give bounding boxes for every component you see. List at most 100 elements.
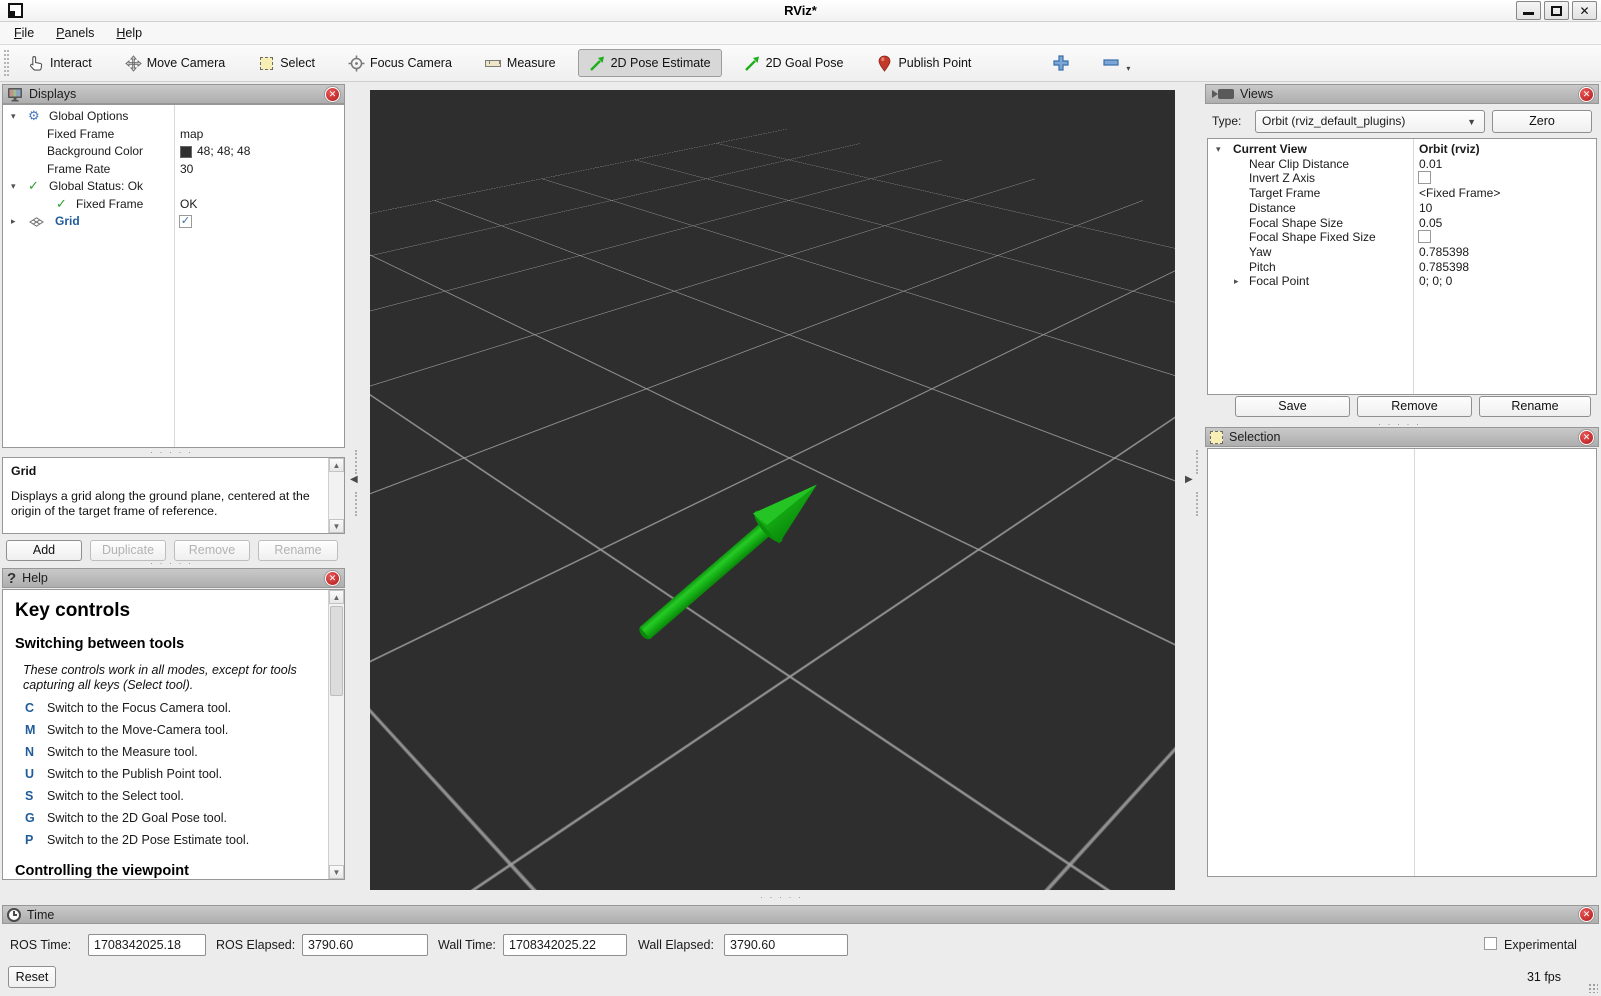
row-value[interactable]: 0.785398 <box>1419 260 1469 274</box>
description-scrollbar[interactable]: ▲ ▼ <box>328 458 344 533</box>
scroll-down-icon[interactable]: ▼ <box>329 865 344 879</box>
help-panel-header[interactable]: ? Help ✕ <box>2 568 345 588</box>
key-description: Switch to the Focus Camera tool. <box>47 701 231 715</box>
tree-row-yaw[interactable]: Yaw 0.785398 <box>1208 245 1596 260</box>
add-display-button[interactable]: Add <box>6 540 82 561</box>
tree-row-target-frame[interactable]: Target Frame <Fixed Frame> <box>1208 186 1596 201</box>
wall-elapsed-field[interactable]: 3790.60 <box>724 934 848 956</box>
row-value[interactable]: 0.05 <box>1419 216 1442 230</box>
row-value[interactable]: map <box>180 127 203 141</box>
help-key-row: SSwitch to the Select tool. <box>25 789 322 803</box>
expander-open-icon[interactable]: ▾ <box>1216 144 1221 155</box>
scroll-down-icon[interactable]: ▼ <box>329 519 344 533</box>
expander-open-icon[interactable]: ▾ <box>11 111 16 122</box>
minimize-button[interactable] <box>1516 1 1541 20</box>
color-swatch[interactable] <box>180 146 192 158</box>
menu-help[interactable]: Help <box>116 26 142 40</box>
move-camera-tool-button[interactable]: Move Camera <box>114 49 237 77</box>
save-view-button[interactable]: Save <box>1235 396 1350 417</box>
remove-tool-button[interactable]: ▾ <box>1091 49 1141 77</box>
goal-pose-tool-button[interactable]: 2D Goal Pose <box>733 49 855 77</box>
row-value[interactable]: <Fixed Frame> <box>1419 186 1500 200</box>
pose-estimate-tool-button[interactable]: 2D Pose Estimate <box>578 49 722 77</box>
time-close-button[interactable]: ✕ <box>1579 907 1594 922</box>
clock-icon <box>7 908 21 922</box>
row-value[interactable]: 0; 0; 0 <box>1419 274 1452 288</box>
view-type-dropdown[interactable]: Orbit (rviz_default_plugins) ▼ <box>1255 110 1485 133</box>
tree-row-fixed-frame-status[interactable]: ✓ Fixed Frame OK <box>3 197 344 214</box>
row-value[interactable]: 10 <box>1419 201 1432 215</box>
row-value[interactable]: 0.01 <box>1419 157 1442 171</box>
tree-row-global-options[interactable]: ▾ ⚙ Global Options <box>3 109 344 126</box>
row-value[interactable]: 48; 48; 48 <box>197 144 250 158</box>
tree-row-pitch[interactable]: Pitch 0.785398 <box>1208 260 1596 275</box>
menu-panels[interactable]: Panels <box>56 26 94 40</box>
ros-time-field[interactable]: 1708342025.18 <box>88 934 206 956</box>
tree-row-frame-rate[interactable]: Frame Rate 30 <box>3 162 344 179</box>
tree-row-invert-z[interactable]: Invert Z Axis <box>1208 171 1596 186</box>
selection-close-button[interactable]: ✕ <box>1579 430 1594 445</box>
tree-row-current-view[interactable]: ▾ Current View Orbit (rviz) <box>1208 142 1596 157</box>
resize-grip[interactable] <box>1588 983 1598 993</box>
invert-z-checkbox[interactable] <box>1418 171 1431 184</box>
select-tool-button[interactable]: Select <box>247 49 326 77</box>
scroll-up-icon[interactable]: ▲ <box>329 458 344 472</box>
measure-tool-button[interactable]: Measure <box>474 49 567 77</box>
maximize-button[interactable] <box>1544 1 1569 20</box>
tree-row-focal-point[interactable]: ▸ Focal Point 0; 0; 0 <box>1208 274 1596 289</box>
experimental-checkbox[interactable] <box>1484 937 1497 950</box>
zero-button[interactable]: Zero <box>1492 110 1592 133</box>
row-label: Global Status: Ok <box>49 179 143 193</box>
displays-close-button[interactable]: ✕ <box>325 87 340 102</box>
displays-panel-header[interactable]: Displays ✕ <box>2 84 345 104</box>
expander-closed-icon[interactable]: ▸ <box>1234 276 1239 287</box>
help-scrollbar[interactable]: ▲ ▼ <box>328 590 344 879</box>
reset-button[interactable]: Reset <box>8 966 56 988</box>
interact-tool-button[interactable]: Interact <box>17 49 103 77</box>
help-close-button[interactable]: ✕ <box>325 571 340 586</box>
splitter-dots <box>355 492 357 516</box>
rename-view-button[interactable]: Rename <box>1479 396 1591 417</box>
wall-time-field[interactable]: 1708342025.22 <box>503 934 627 956</box>
add-tool-button[interactable] <box>1041 49 1080 77</box>
time-fields-row: ROS Time: 1708342025.18 ROS Elapsed: 379… <box>0 933 1601 957</box>
row-value[interactable]: 30 <box>180 162 193 176</box>
views-panel-header[interactable]: Views ✕ <box>1205 84 1599 104</box>
toolbar-drag-handle[interactable] <box>4 50 9 76</box>
tree-row-grid[interactable]: ▸ Grid ✓ <box>3 214 344 231</box>
focus-camera-tool-button[interactable]: Focus Camera <box>337 49 463 77</box>
ros-elapsed-field[interactable]: 3790.60 <box>302 934 428 956</box>
expander-closed-icon[interactable]: ▸ <box>11 216 16 227</box>
splitter-handle[interactable]: · · · · · <box>760 892 803 902</box>
focal-fixed-size-checkbox[interactable] <box>1418 230 1431 243</box>
collapse-left-icon[interactable]: ◀ <box>350 474 358 485</box>
views-close-button[interactable]: ✕ <box>1579 87 1594 102</box>
column-separator[interactable] <box>1414 449 1415 876</box>
selection-panel-header[interactable]: Selection ✕ <box>1205 427 1599 447</box>
tree-row-background-color[interactable]: Background Color 48; 48; 48 <box>3 144 344 161</box>
tree-row-global-status[interactable]: ▾ ✓ Global Status: Ok <box>3 179 344 196</box>
row-value[interactable]: 0.785398 <box>1419 245 1469 259</box>
rename-display-button[interactable]: Rename <box>258 540 338 561</box>
remove-view-button[interactable]: Remove <box>1357 396 1472 417</box>
render-viewport[interactable] <box>370 90 1175 890</box>
help-section-tools: Switching between tools <box>15 636 322 652</box>
publish-point-tool-button[interactable]: Publish Point <box>865 49 982 77</box>
tree-row-fixed-frame[interactable]: Fixed Frame map <box>3 127 344 144</box>
splitter-handle[interactable]: · · · · · <box>150 447 193 457</box>
scrollbar-thumb[interactable] <box>330 606 343 696</box>
tree-row-focal-fixed-size[interactable]: Focal Shape Fixed Size <box>1208 230 1596 245</box>
menu-file[interactable]: File <box>14 26 34 40</box>
description-text: Displays a grid along the ground plane, … <box>11 489 322 519</box>
row-label: Distance <box>1249 201 1296 215</box>
splitter-handle[interactable]: · · · · · <box>150 558 193 568</box>
grid-enabled-checkbox[interactable]: ✓ <box>179 215 192 228</box>
close-window-button[interactable]: ✕ <box>1572 1 1597 20</box>
tree-row-focal-shape-size[interactable]: Focal Shape Size 0.05 <box>1208 216 1596 231</box>
scroll-up-icon[interactable]: ▲ <box>329 590 344 604</box>
tree-row-near-clip[interactable]: Near Clip Distance 0.01 <box>1208 157 1596 172</box>
expander-open-icon[interactable]: ▾ <box>11 181 16 192</box>
collapse-right-icon[interactable]: ▶ <box>1185 474 1193 485</box>
tree-row-distance[interactable]: Distance 10 <box>1208 201 1596 216</box>
time-panel-header[interactable]: Time ✕ <box>2 905 1599 924</box>
